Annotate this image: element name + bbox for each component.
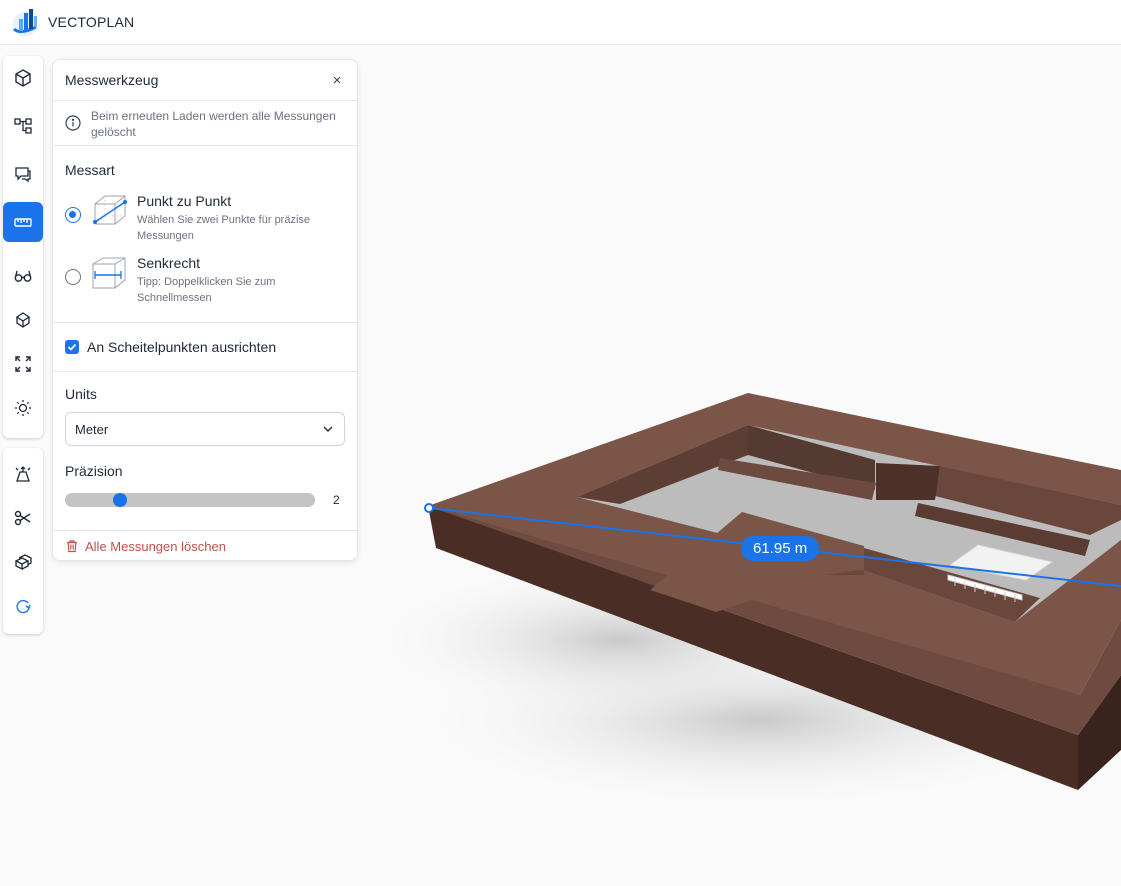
precision-slider-row: 2 [65, 493, 345, 507]
model-tree-button[interactable] [3, 58, 43, 98]
left-toolbar-secondary [3, 448, 43, 634]
perpendicular-icon [92, 257, 126, 289]
info-notice: Beim erneuten Laden werden alle Messunge… [53, 101, 357, 146]
radio-perpendicular[interactable] [65, 269, 81, 285]
cut-button[interactable] [3, 498, 43, 538]
layers-3d-icon [14, 554, 32, 571]
option-title: Punkt zu Punkt [137, 193, 232, 209]
glasses-icon [14, 270, 32, 282]
scissors-icon [14, 510, 31, 526]
comments-icon [15, 167, 31, 183]
option-description: Wählen Sie zwei Punkte für präzise Messu… [137, 214, 311, 242]
measurement-start-point[interactable] [424, 503, 434, 513]
info-icon [65, 115, 81, 131]
refresh-button[interactable] [3, 586, 43, 626]
top-bar: VECTOPLAN [0, 0, 1121, 45]
option-title: Senkrecht [137, 255, 201, 271]
app-logo[interactable]: VECTOPLAN [10, 5, 134, 39]
snap-label[interactable]: An Scheitelpunkten ausrichten [87, 339, 276, 355]
measure-tool-panel: Messwerkzeug × Beim erneuten Laden werde… [52, 59, 358, 561]
app-name: VECTOPLAN [48, 14, 135, 30]
panel-title: Messwerkzeug [65, 72, 159, 88]
precision-value: 2 [333, 493, 340, 507]
units-label: Units [65, 386, 97, 402]
precision-slider[interactable] [65, 493, 315, 507]
panel-header: Messwerkzeug × [53, 60, 357, 101]
layers-button[interactable] [3, 542, 43, 582]
measurement-label[interactable]: 61.95 m [741, 536, 820, 561]
snap-checkbox[interactable] [65, 340, 79, 354]
radio-point-to-point[interactable] [65, 207, 81, 223]
option-point-to-point[interactable]: Punkt zu Punkt Wählen Sie zwei Punkte fü… [65, 192, 345, 244]
structure-button[interactable] [3, 106, 43, 146]
point-to-point-icon [93, 195, 127, 225]
ruler-measure-icon [14, 218, 32, 227]
section-plane-icon [15, 466, 31, 482]
messart-label: Messart [65, 162, 115, 178]
refresh-icon [16, 599, 31, 614]
model-cube-icon [15, 69, 31, 87]
fit-view-icon [15, 356, 31, 372]
clear-measurements-label: Alle Messungen löschen [85, 538, 226, 554]
section-plane-button[interactable] [3, 454, 43, 494]
chevron-down-icon [323, 426, 333, 432]
explode-button[interactable] [3, 300, 43, 340]
option-description: Tipp: Doppelklicken Sie zum Schnellmesse… [137, 276, 276, 304]
lighting-button[interactable] [3, 388, 43, 428]
tree-structure-icon [14, 118, 32, 134]
view-mode-button[interactable] [3, 256, 43, 296]
clear-measurements-button[interactable]: Alle Messungen löschen [53, 531, 357, 561]
units-section: Units Meter Präzision 2 [53, 372, 357, 531]
messart-section: Messart Punkt zu Punkt Wählen Sie zwei P… [53, 146, 357, 323]
vectoplan-logo-icon [12, 9, 37, 36]
close-button[interactable]: × [329, 72, 345, 89]
snap-section: An Scheitelpunkten ausrichten [53, 323, 357, 372]
units-select-value: Meter [75, 421, 109, 437]
measure-button[interactable] [3, 202, 43, 242]
precision-slider-thumb[interactable] [113, 493, 127, 507]
info-text: Beim erneuten Laden werden alle Messunge… [91, 109, 336, 139]
trash-icon [67, 540, 77, 553]
left-toolbar-primary [3, 56, 43, 438]
comments-button[interactable] [3, 154, 43, 194]
fit-view-button[interactable] [3, 344, 43, 384]
checkmark-icon [67, 343, 77, 351]
sun-icon [15, 400, 31, 416]
option-perpendicular[interactable]: Senkrecht Tipp: Doppelklicken Sie zum Sc… [65, 254, 345, 306]
explode-icon [15, 312, 31, 328]
units-select[interactable]: Meter [65, 412, 345, 446]
precision-label: Präzision [65, 463, 123, 479]
